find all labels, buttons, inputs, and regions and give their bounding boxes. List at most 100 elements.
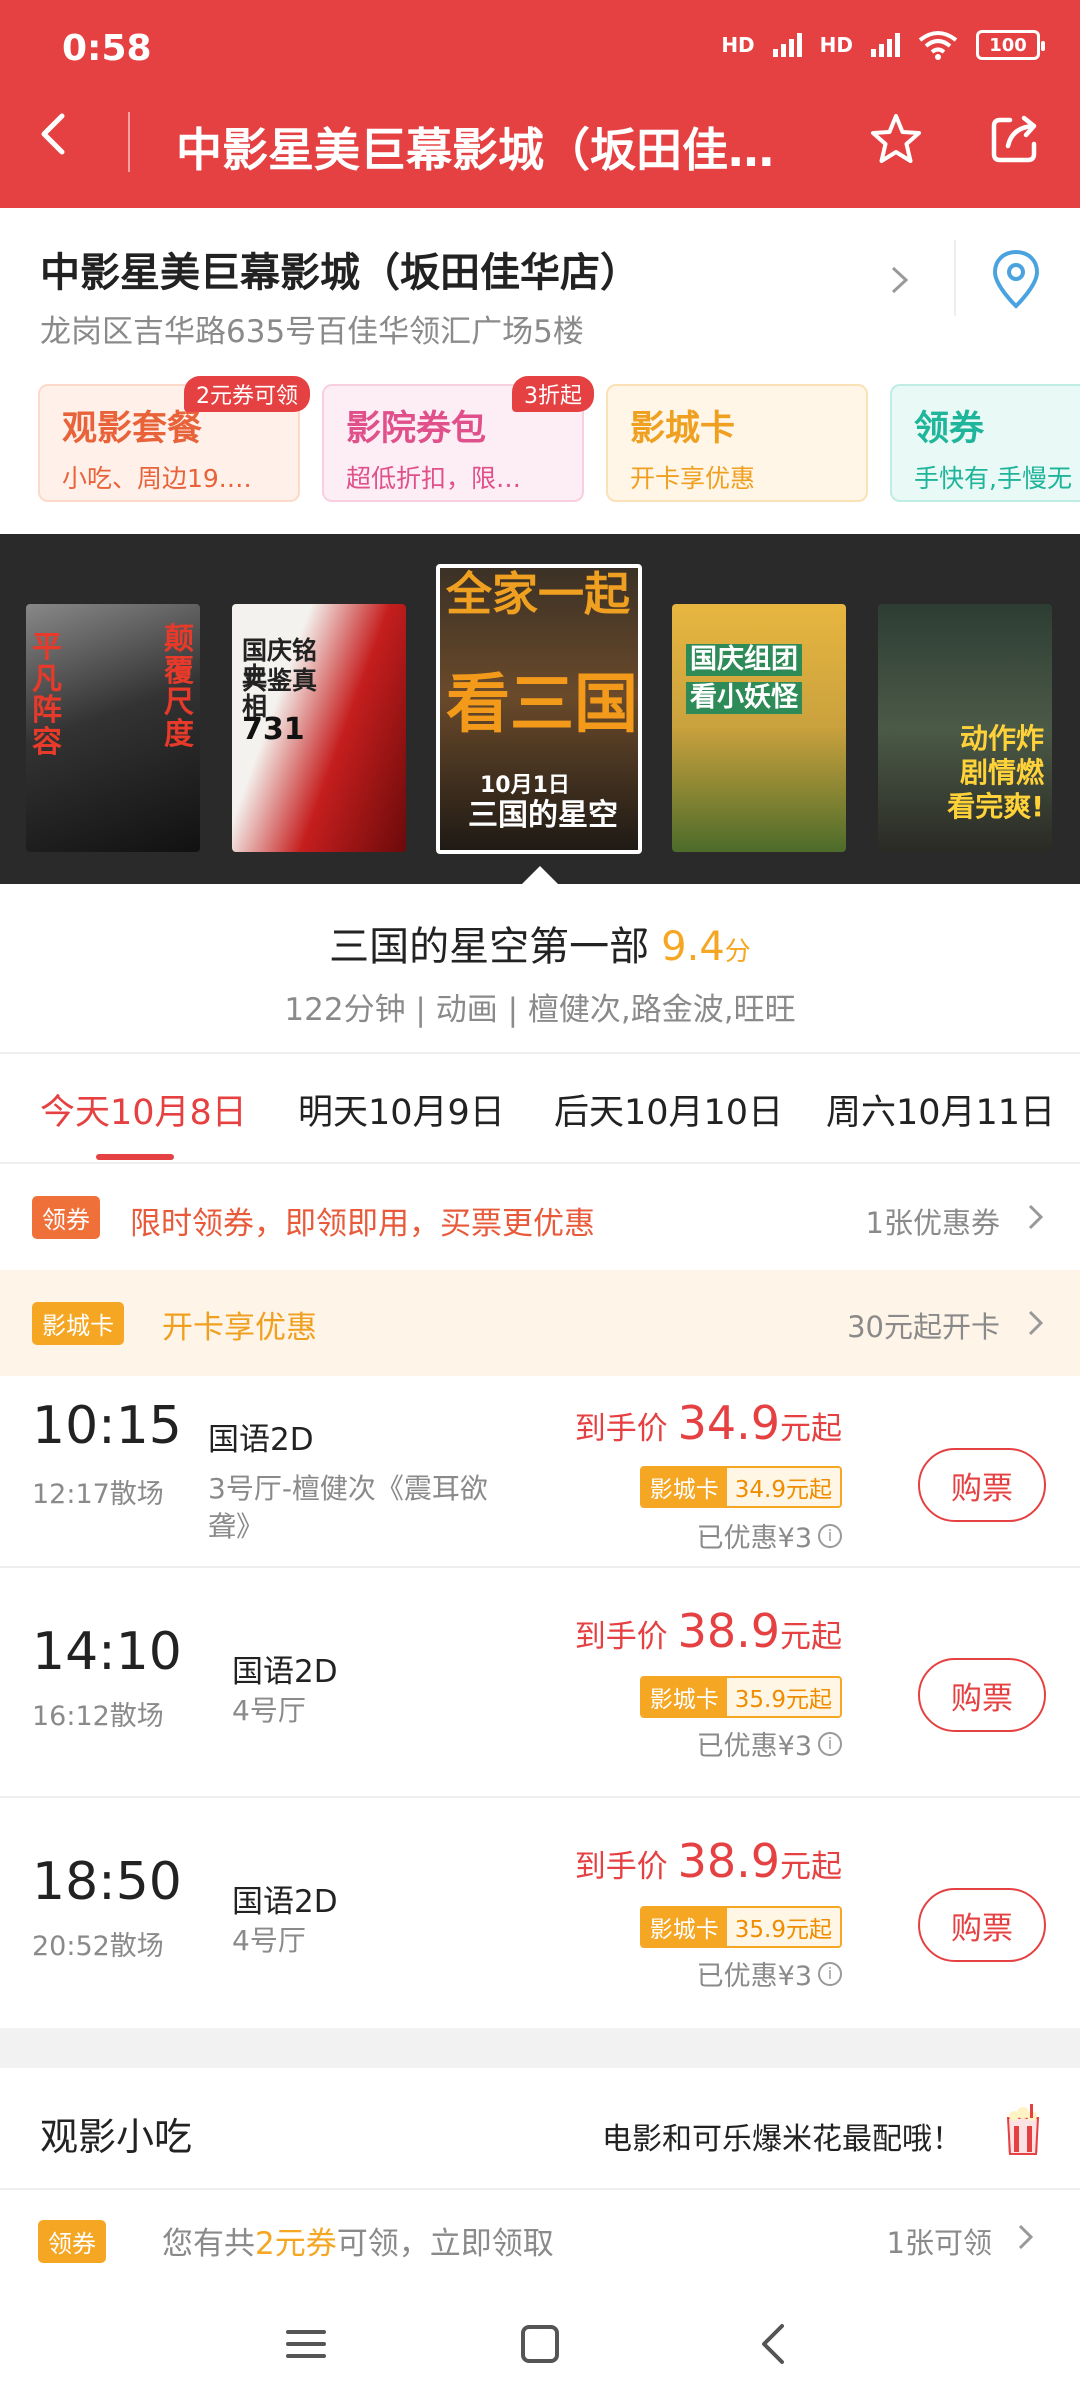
system-nav-bar [0, 2292, 1080, 2400]
promo-snack-package[interactable]: 观影套餐 小吃、周边19.… 2元券可领 [38, 376, 310, 502]
poster-carousel[interactable]: 平凡阵容 颠覆尺度 国庆铭史 共鉴真相 731 全家一起 看三国 10月1日 三… [0, 534, 1080, 884]
page-title: 中影星美巨幕影城（坂田佳… [176, 123, 774, 177]
price-prefix: 到手价 [574, 1619, 668, 1655]
tab-date-day-after[interactable]: 后天10月10日 [554, 1084, 783, 1135]
buy-ticket-button[interactable]: 购票 [918, 1888, 1046, 1962]
end-time: 20:52散场 [32, 1931, 164, 1962]
hall-info: 3号厅-檀健次《震耳欲聋》 [208, 1472, 488, 1543]
card-price: 35.9元起 [726, 1678, 840, 1716]
discount-text: 已优惠¥3 [696, 1731, 812, 1762]
back-icon[interactable] [32, 112, 76, 156]
header-divider [128, 112, 130, 172]
buy-ticket-button[interactable]: 购票 [918, 1448, 1046, 1522]
cinema-card-bar[interactable]: 影城卡 开卡享优惠 30元起开卡 [0, 1270, 1080, 1376]
info-icon[interactable]: i [818, 1523, 842, 1548]
promo-subtitle: 开卡享优惠 [630, 464, 756, 493]
cinema-address[interactable]: 龙岗区吉华路635号百佳华领汇广场5楼 [40, 306, 584, 351]
buy-ticket-button[interactable]: 购票 [918, 1658, 1046, 1732]
movie-score-unit: 分 [724, 937, 751, 967]
share-icon[interactable] [988, 114, 1040, 166]
poster-text: 全家一起 [446, 567, 630, 621]
snack-coupon-count: 1张可领 [886, 2226, 992, 2260]
movie-title: 三国的星空第一部 [329, 924, 650, 970]
tab-date-today[interactable]: 今天10月8日 [40, 1084, 247, 1135]
price-value: 38.9 [677, 1834, 780, 1888]
top-bar: 0:58 HD HD 100 中影星美巨幕影城（坂田佳… [0, 0, 1080, 208]
wifi-icon [918, 31, 958, 60]
start-time: 14:10 [32, 1622, 182, 1682]
home-icon[interactable] [518, 2322, 562, 2366]
date-tabs: 今天10月8日 明天10月9日 后天10月10日 周六10月11日 [0, 1052, 1080, 1162]
promo-subtitle: 超低折扣，限… [346, 464, 522, 493]
card-price-badge: 影城卡 35.9元起 [639, 1906, 842, 1948]
back-nav-icon[interactable] [752, 2322, 796, 2366]
price-prefix: 到手价 [574, 1849, 668, 1885]
showtime-row[interactable]: 14:10 16:12散场 国语2D 4号厅 到手价 38.9元起 影城卡 35.… [0, 1566, 1080, 1796]
signal-icon-1 [772, 33, 802, 57]
movie-title-row: 三国的星空第一部 9.4分 [0, 914, 1080, 972]
price-value: 38.9 [677, 1604, 780, 1658]
movie-info: 三国的星空第一部 9.4分 122分钟 | 动画 | 檀健次,路金波,旺旺 [0, 884, 1080, 1052]
poster-text: 动作炸 [959, 722, 1044, 755]
chevron-right-icon[interactable] [888, 264, 912, 296]
snack-coupon-text: 您有共2元券可领，立即领取 [162, 2218, 554, 2263]
snack-coupon-text-after: 可领，立即领取 [336, 2226, 554, 2262]
showtime-row[interactable]: 18:50 20:52散场 国语2D 4号厅 到手价 38.9元起 影城卡 35.… [0, 1796, 1080, 2028]
start-time: 10:15 [32, 1396, 182, 1456]
menu-icon[interactable] [284, 2322, 328, 2366]
poster-text: 看三国 [446, 668, 638, 742]
end-time: 12:17散场 [32, 1479, 164, 1510]
info-icon[interactable]: i [818, 1961, 842, 1986]
info-icon[interactable]: i [818, 1731, 842, 1756]
cinema-divider [954, 240, 956, 316]
card-price-badge: 影城卡 34.9元起 [639, 1466, 842, 1508]
poster-text: 看小妖怪 [686, 682, 802, 715]
poster-movie-5[interactable]: 动作炸 剧情燃 看完爽! [878, 604, 1052, 852]
promo-get-coupon[interactable]: 领券 手快有,手慢无 [890, 384, 1080, 502]
poster-movie-4[interactable]: 国庆组团 看小妖怪 [672, 604, 846, 852]
promo-coupon-pack[interactable]: 影院券包 超低折扣，限… 3折起 [322, 376, 594, 502]
favorite-star-icon[interactable] [868, 112, 924, 168]
tab-date-tomorrow[interactable]: 明天10月9日 [298, 1084, 505, 1135]
promo-cinema-card[interactable]: 影城卡 开卡享优惠 [606, 384, 868, 502]
card-label: 影城卡 [641, 1468, 727, 1506]
poster-movie-3-selected[interactable]: 全家一起 看三国 10月1日 三国的星空 [436, 564, 642, 854]
promo-title: 影城卡 [630, 409, 736, 449]
poster-text: 剧情燃 [959, 756, 1044, 789]
battery-icon: 100 [976, 30, 1045, 60]
poster-movie-2[interactable]: 国庆铭史 共鉴真相 731 [232, 604, 406, 852]
promo-subtitle: 小吃、周边19.… [62, 464, 252, 493]
poster-text: 颠覆尺度 [164, 622, 194, 752]
poster-text: 731 [242, 712, 305, 747]
coupon-text: 限时领券，即领即用，买票更优惠 [130, 1206, 595, 1242]
showtime-row[interactable]: 10:15 12:17散场 国语2D 3号厅-檀健次《震耳欲聋》 到手价 34.… [0, 1376, 1080, 1566]
price-row: 到手价 38.9元起 [575, 1604, 842, 1658]
start-time: 18:50 [32, 1852, 182, 1912]
price-suffix: 元起 [780, 1849, 842, 1885]
promo-badge: 2元券可领 [184, 376, 310, 412]
cinema-card-price: 30元起开卡 [847, 1310, 1000, 1344]
coupon-bar[interactable]: 领券 限时领券，即领即用，买票更优惠 1张优惠券 [0, 1162, 1080, 1270]
signal-icon-2 [871, 33, 900, 57]
card-price: 34.9元起 [726, 1468, 840, 1506]
snack-coupon-bar[interactable]: 领券 您有共2元券可领，立即领取 1张可领 [0, 2188, 1080, 2292]
snacks-slogan: 电影和可乐爆米花最配哦！ [602, 2122, 962, 2157]
status-time: 0:58 [62, 28, 152, 69]
language-format: 国语2D [208, 1422, 314, 1458]
tab-date-saturday[interactable]: 周六10月11日 [826, 1084, 1055, 1135]
cinema-card-tag: 影城卡 [32, 1302, 124, 1345]
card-label: 影城卡 [641, 1908, 727, 1946]
cinema-name[interactable]: 中影星美巨幕影城（坂田佳华店） [40, 240, 640, 298]
poster-text: 国庆组团 [686, 644, 802, 677]
price-suffix: 元起 [780, 1411, 842, 1447]
snack-coupon-highlight: 2元券 [255, 2226, 337, 2262]
language-format: 国语2D [232, 1654, 338, 1690]
poster-text: 10月1日 [480, 773, 570, 798]
poster-movie-1[interactable]: 平凡阵容 颠覆尺度 [26, 604, 200, 852]
price-row: 到手价 34.9元起 [575, 1396, 842, 1450]
hall-info: 4号厅 [232, 1694, 306, 1727]
chevron-right-icon [1028, 1310, 1044, 1336]
coupon-tag: 领券 [32, 1196, 100, 1239]
location-pin-icon[interactable] [990, 248, 1042, 310]
language-format: 国语2D [232, 1884, 338, 1920]
